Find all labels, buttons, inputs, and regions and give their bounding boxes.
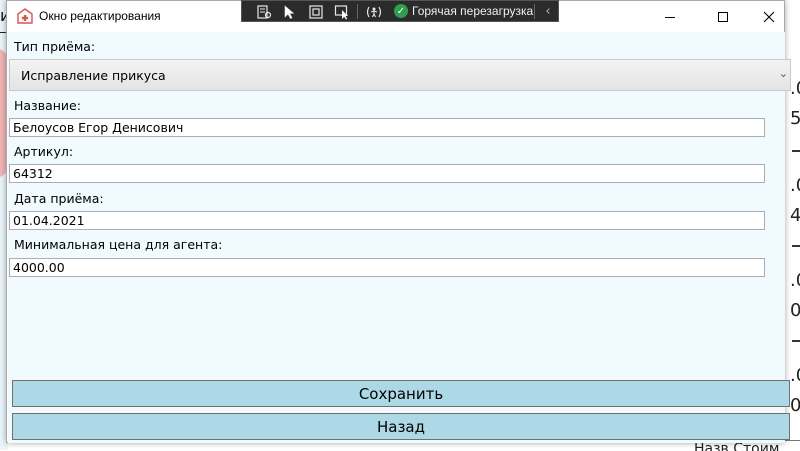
minimize-button[interactable] <box>647 1 693 32</box>
background-right-text: 40 <box>790 205 800 226</box>
minimize-icon <box>665 16 675 18</box>
name-label: Название: <box>14 98 81 113</box>
save-button[interactable]: Сохранить <box>12 380 790 407</box>
maximize-button[interactable] <box>700 1 746 32</box>
background-right-text: .0 <box>790 78 800 99</box>
hot-reload-label: Горячая перезагрузка <box>412 4 534 18</box>
select-element-button[interactable] <box>280 3 300 20</box>
background-divider <box>792 245 800 247</box>
background-right-text: .0 <box>790 175 800 196</box>
collapse-toolbar-button[interactable]: ‹ <box>538 1 558 21</box>
debug-toolbar: ✓ Горячая перезагрузка ‹ <box>241 0 559 22</box>
maximize-icon <box>718 11 728 22</box>
background-right-text: 00 <box>790 395 800 416</box>
visual-tree-icon <box>257 4 272 19</box>
background-right-text: 00 <box>790 300 800 321</box>
background-divider <box>792 340 800 342</box>
close-button[interactable] <box>746 1 792 32</box>
background-right-text: 50 <box>790 108 800 129</box>
window-title: Окно редактирования <box>39 9 161 23</box>
appointment-type-label: Тип приёма: <box>14 39 96 54</box>
checkmark-icon: ✓ <box>394 4 408 18</box>
appointment-type-select[interactable]: Исправление прикуса ⌄ <box>9 59 791 91</box>
live-visual-tree-button[interactable] <box>254 3 274 20</box>
article-field[interactable]: 64312 <box>9 164 765 183</box>
close-icon <box>763 11 775 22</box>
accessibility-check-icon <box>366 6 382 17</box>
edit-window: Окно редактирования Тип приёма: Исправле… <box>6 0 791 443</box>
min-price-label: Минимальная цена для агента: <box>14 237 223 252</box>
toolbar-separator <box>534 4 535 19</box>
app-icon <box>17 8 33 24</box>
track-focus-icon <box>334 4 348 19</box>
name-field[interactable]: Белоусов Егор Денисович <box>9 118 765 137</box>
track-focused-element-button[interactable] <box>332 3 352 20</box>
accessibility-check-button[interactable] <box>364 3 384 20</box>
hot-reload-status[interactable]: ✓ Горячая перезагрузка <box>394 1 533 21</box>
select-element-icon <box>284 4 295 19</box>
min-price-field[interactable]: 4000.00 <box>9 258 765 277</box>
article-label: Артикул: <box>14 144 74 159</box>
date-field[interactable]: 01.04.2021 <box>9 211 765 230</box>
chevron-down-icon: ⌄ <box>778 67 788 80</box>
toolbar-separator <box>357 4 358 19</box>
form-area: Тип приёма: Исправление прикуса ⌄ Назван… <box>8 32 791 443</box>
layout-adorner-icon <box>309 4 323 19</box>
background-right-text: .0 <box>790 270 800 291</box>
date-label: Дата приёма: <box>14 191 104 206</box>
appointment-type-value: Исправление прикуса <box>21 68 166 83</box>
back-button[interactable]: Назад <box>12 413 790 440</box>
background-divider <box>792 150 800 152</box>
background-right-text: .0 <box>790 365 800 386</box>
display-layout-adorners-button[interactable] <box>306 3 326 20</box>
